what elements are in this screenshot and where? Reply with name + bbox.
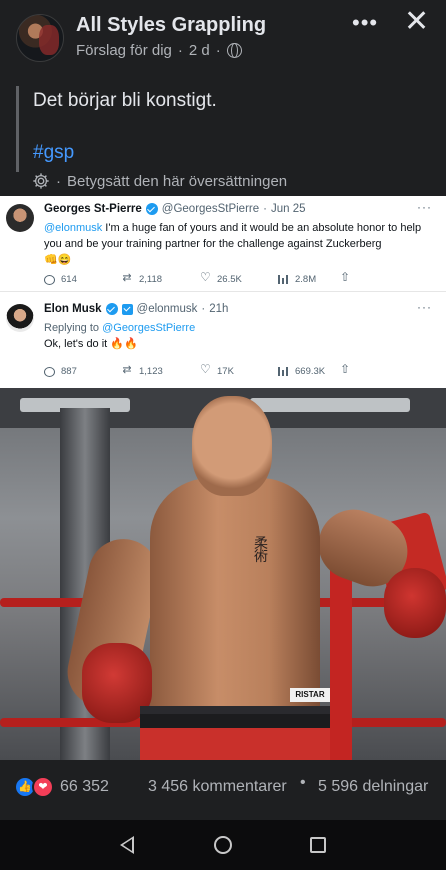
shares-count[interactable]: 5 596 delningar — [318, 778, 428, 796]
tweet-sep: · — [263, 203, 267, 215]
stats-separator: • — [300, 774, 306, 791]
share-stat — [340, 270, 351, 285]
tweet-author-name: Georges St-Pierre — [44, 203, 142, 215]
gear-icon — [33, 173, 49, 189]
tweet-header: Georges St-Pierre @GeorgesStPierre · Jun… — [44, 203, 306, 215]
views-icon — [278, 275, 289, 284]
more-options-icon[interactable]: ••• — [352, 10, 378, 36]
fighter-head — [192, 396, 272, 496]
heart-icon — [200, 362, 211, 377]
tweet-screenshot[interactable]: Georges St-Pierre @GeorgesStPierre · Jun… — [0, 196, 446, 388]
tweet-time: 21h — [209, 303, 229, 315]
tweet-emoji: 🔥🔥 — [110, 338, 138, 350]
tweet-elon: Elon Musk @elonmusk · 21h ··· Replying t… — [0, 296, 446, 388]
recents-icon[interactable] — [310, 837, 326, 853]
reply-icon — [44, 274, 55, 285]
tweet-mention: @elonmusk — [44, 222, 103, 234]
share-icon — [340, 270, 351, 285]
tweet-more-icon: ··· — [417, 200, 432, 214]
close-icon[interactable]: ✕ — [404, 4, 429, 39]
tweet-avatar — [6, 204, 34, 232]
post-photo[interactable]: 柔術 RISTAR — [0, 388, 446, 760]
views-count: 2.8M — [295, 274, 317, 285]
love-reaction-icon[interactable]: ❤ — [32, 776, 54, 798]
page-avatar[interactable] — [16, 14, 64, 62]
meta-separator: · — [177, 42, 183, 59]
globe-icon — [226, 43, 242, 58]
reply-count: 887 — [61, 366, 77, 377]
tweet-actions: 887 1,123 17K 669.3K — [44, 362, 351, 377]
tweet-text: Replying to @GeorgesStPierre Ok, let's d… — [44, 320, 439, 352]
reply-icon — [44, 366, 55, 377]
page-name[interactable]: All Styles Grappling — [76, 14, 266, 37]
retweet-count: 2,118 — [139, 274, 163, 285]
reply-count: 614 — [61, 274, 77, 285]
retweet-icon — [122, 274, 133, 285]
fighter-shorts-red — [140, 728, 330, 760]
tweet-emoji: 👊😄 — [44, 254, 72, 266]
share-stat — [340, 362, 351, 377]
reply-stat: 614 — [44, 274, 122, 285]
tweet-actions: 614 2,118 26.5K 2.8M — [44, 270, 351, 285]
replying-to-mention: @GeorgesStPierre — [102, 322, 196, 334]
tweet-sep: · — [201, 303, 206, 315]
views-stat: 669.3K — [278, 366, 340, 377]
replying-to-label: Replying to — [44, 322, 103, 334]
verified-icon — [145, 203, 158, 215]
translate-label[interactable]: Betygsätt den här översättningen — [67, 173, 287, 190]
reaction-count[interactable]: 66 352 — [60, 778, 109, 796]
translate-dot: · — [56, 172, 61, 190]
retweet-count: 1,123 — [139, 366, 163, 377]
post-age[interactable]: 2 d — [189, 42, 210, 59]
like-stat: 26.5K — [200, 270, 278, 285]
reactions-bar: 👍 ❤ 66 352 3 456 kommentarer • 5 596 del… — [0, 760, 446, 820]
like-count: 26.5K — [217, 274, 242, 285]
like-stat: 17K — [200, 362, 278, 377]
tweet-handle: @elonmusk — [136, 303, 198, 315]
retweet-stat: 1,123 — [122, 366, 200, 377]
chest-tattoo: 柔術 — [254, 536, 268, 565]
tweet-text: @elonmusk I'm a huge fan of yours and it… — [44, 220, 439, 268]
verified-icon — [105, 303, 118, 315]
sponsor-banner: RISTAR — [290, 688, 330, 702]
post-caption: Det börjar bli konstigt. #gsp — [16, 86, 426, 172]
caption-text: Det börjar bli konstigt. — [33, 90, 217, 111]
tweet-gsp: Georges St-Pierre @GeorgesStPierre · Jun… — [0, 196, 446, 292]
affiliate-badge-icon — [121, 303, 133, 315]
tweet-more-icon: ··· — [417, 300, 432, 314]
right-glove — [384, 568, 446, 638]
heart-icon — [200, 270, 211, 285]
comments-count[interactable]: 3 456 kommentarer — [148, 778, 287, 796]
tweet-body: Ok, let's do it — [44, 338, 111, 350]
post-header: All Styles Grappling Förslag för dig · 2… — [0, 0, 446, 70]
system-nav-bar — [0, 820, 446, 870]
tweet-avatar — [6, 304, 34, 332]
home-icon[interactable] — [214, 836, 232, 854]
tweet-header: Elon Musk @elonmusk · 21h — [44, 303, 228, 315]
post-meta: Förslag för dig · 2 d · — [76, 42, 242, 59]
views-count: 669.3K — [295, 366, 326, 377]
retweet-stat: 2,118 — [122, 274, 200, 285]
back-icon[interactable] — [120, 836, 134, 854]
tweet-time: Jun 25 — [270, 203, 306, 215]
suggestion-label: Förslag för dig — [76, 42, 172, 59]
ceiling-light — [250, 398, 410, 412]
views-stat: 2.8M — [278, 274, 340, 285]
like-count: 17K — [217, 366, 234, 377]
rate-translation[interactable]: · Betygsätt den här översättningen — [32, 172, 287, 190]
retweet-icon — [122, 366, 133, 377]
tweet-handle: @GeorgesStPierre — [161, 203, 260, 215]
reply-stat: 887 — [44, 366, 122, 377]
tweet-author-name: Elon Musk — [44, 303, 102, 315]
meta-separator-2: · — [215, 42, 221, 59]
hashtag-link[interactable]: #gsp — [33, 142, 426, 164]
share-icon — [340, 362, 351, 377]
views-icon — [278, 367, 289, 376]
